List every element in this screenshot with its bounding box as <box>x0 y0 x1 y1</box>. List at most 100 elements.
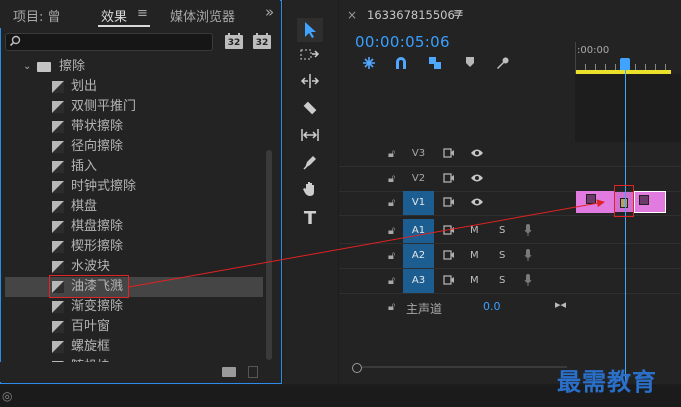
transition-preset-icon <box>52 141 64 153</box>
track-lock-icon[interactable]: 🔓︎ <box>388 172 395 186</box>
voice-over-record-icon[interactable] <box>524 223 532 240</box>
sequence-tab[interactable]: 1633678155067 <box>367 8 462 22</box>
track-header-a2[interactable] <box>339 244 575 268</box>
effect-item[interactable]: 径向擦除 <box>5 137 263 157</box>
track-lock-icon[interactable]: 🔓︎ <box>388 224 395 238</box>
transition-preset-icon <box>52 321 64 333</box>
effects-menu-icon[interactable]: ≡ <box>137 6 148 21</box>
effect-item[interactable]: 水波块 <box>5 257 263 277</box>
mute-track-button[interactable]: M <box>470 275 479 286</box>
chevron-down-icon[interactable]: ⌄ <box>23 57 31 77</box>
track-target-toggle[interactable]: A2 <box>403 244 434 268</box>
search-input[interactable] <box>5 33 214 52</box>
voice-over-record-icon[interactable] <box>524 248 532 265</box>
slip-tool-icon[interactable] <box>297 126 323 150</box>
tab-media-browser[interactable]: 媒体浏览器 <box>170 6 235 25</box>
video-clip[interactable] <box>634 191 666 213</box>
track-target-toggle[interactable]: A3 <box>403 269 434 293</box>
track-header-a3[interactable] <box>339 269 575 293</box>
track-lock-icon[interactable]: 🔓︎ <box>388 147 395 161</box>
zoom-handle[interactable] <box>352 363 362 373</box>
sync-lock-icon[interactable] <box>443 147 455 162</box>
transition-preset-icon <box>52 221 64 233</box>
hand-tool-icon[interactable] <box>297 180 323 204</box>
effect-item[interactable]: 楔形擦除 <box>5 237 263 257</box>
master-lock-icon[interactable]: 🔓︎ <box>388 300 395 314</box>
new-bin-icon[interactable] <box>222 367 236 377</box>
ripple-edit-tool-icon[interactable] <box>297 72 323 96</box>
close-sequence-icon[interactable]: × <box>347 8 357 22</box>
track-target-toggle[interactable]: V1 <box>403 191 434 215</box>
sync-lock-icon[interactable] <box>443 224 455 239</box>
mute-track-button[interactable]: M <box>470 225 479 236</box>
playhead-line[interactable] <box>625 64 626 384</box>
track-target-toggle[interactable]: V3 <box>403 142 434 166</box>
transition-preset-icon <box>52 181 64 193</box>
effect-item[interactable]: 螺旋框 <box>5 337 263 357</box>
effect-label: 时钟式擦除 <box>71 179 137 194</box>
track-header-v1[interactable] <box>339 191 575 215</box>
playhead-timecode[interactable]: 00:00:05:06 <box>355 33 450 51</box>
track-target-toggle[interactable]: V2 <box>403 167 434 191</box>
effect-item[interactable]: 油漆飞溅 <box>5 277 263 297</box>
toggle-output-eye-icon[interactable] <box>470 197 484 210</box>
search-field[interactable] <box>22 34 214 52</box>
effect-item[interactable]: 棋盘擦除 <box>5 217 263 237</box>
effect-item[interactable]: 带状擦除 <box>5 117 263 137</box>
transition-preset-icon <box>52 241 64 253</box>
snap-icon[interactable] <box>394 56 408 74</box>
pen-tool-icon[interactable] <box>297 153 323 177</box>
accelerated-effects-button[interactable]: 32 <box>225 33 243 49</box>
toggle-output-eye-icon[interactable] <box>470 148 484 161</box>
voice-over-record-icon[interactable] <box>524 273 532 290</box>
linked-selection-icon[interactable] <box>428 56 444 74</box>
effect-label: 螺旋框 <box>71 339 111 354</box>
sync-lock-icon[interactable] <box>443 274 455 289</box>
track-header-a1[interactable] <box>339 219 575 243</box>
effect-item[interactable]: 时钟式擦除 <box>5 177 263 197</box>
tab-effects[interactable]: 效果 <box>101 6 127 25</box>
solo-track-button[interactable]: S <box>499 275 505 286</box>
scroll-bar[interactable] <box>362 366 567 368</box>
track-select-tool-icon[interactable] <box>297 46 323 70</box>
sequence-menu-icon[interactable]: ≡ <box>453 6 464 21</box>
folder-row[interactable]: ⌄ 擦除 <box>5 57 263 77</box>
effects-list: ⌄ 擦除 划出 双侧平推门 带状擦除 径向擦除 插入时钟式擦除棋盘 棋盘擦除 楔形擦除 水波块… <box>5 57 265 362</box>
effect-item[interactable]: 棋盘 <box>5 197 263 217</box>
sync-lock-icon[interactable] <box>443 196 455 211</box>
solo-track-button[interactable]: S <box>499 225 505 236</box>
sync-lock-icon[interactable] <box>443 172 455 187</box>
go-to-in-out-icon[interactable]: ▸◂ <box>555 298 566 311</box>
creative-cloud-icon[interactable]: ◎ <box>2 389 12 403</box>
effect-item[interactable]: 双侧平推门 <box>5 97 263 117</box>
toggle-output-eye-icon[interactable] <box>470 173 484 186</box>
scrollbar-thumb[interactable] <box>266 150 272 360</box>
playhead-handle[interactable] <box>620 58 630 70</box>
mute-track-button[interactable]: M <box>470 250 479 261</box>
effect-item[interactable]: 渐变擦除 <box>5 297 263 317</box>
ruler-tick <box>645 64 646 70</box>
track-lock-icon[interactable]: 🔓︎ <box>388 274 395 288</box>
32bit-effects-button[interactable]: 32 <box>253 33 271 49</box>
overflow-icon[interactable]: » <box>265 3 274 21</box>
add-marker-icon[interactable] <box>465 56 475 72</box>
video-clip[interactable] <box>576 191 614 213</box>
track-lock-icon[interactable]: 🔓︎ <box>388 196 395 210</box>
master-volume-value[interactable]: 0.0 <box>483 300 501 313</box>
razor-tool-icon[interactable] <box>297 99 323 123</box>
tab-project[interactable]: 项目: 曾 <box>13 6 61 25</box>
trash-icon[interactable] <box>248 366 258 378</box>
track-target-toggle[interactable]: A1 <box>403 219 434 243</box>
sync-lock-icon[interactable] <box>443 249 455 264</box>
nest-sequence-icon[interactable] <box>362 56 376 74</box>
wrench-icon[interactable] <box>495 56 509 74</box>
solo-track-button[interactable]: S <box>499 250 505 261</box>
effect-item[interactable]: 百叶窗 <box>5 317 263 337</box>
selection-tool-icon[interactable] <box>297 18 323 42</box>
track-header-v2[interactable] <box>339 167 575 191</box>
track-lock-icon[interactable]: 🔓︎ <box>388 249 395 263</box>
effect-item[interactable]: 插入 <box>5 157 263 177</box>
type-tool-icon[interactable]: T <box>297 207 323 231</box>
track-header-v3[interactable] <box>339 142 575 166</box>
effect-item[interactable]: 划出 <box>5 77 263 97</box>
